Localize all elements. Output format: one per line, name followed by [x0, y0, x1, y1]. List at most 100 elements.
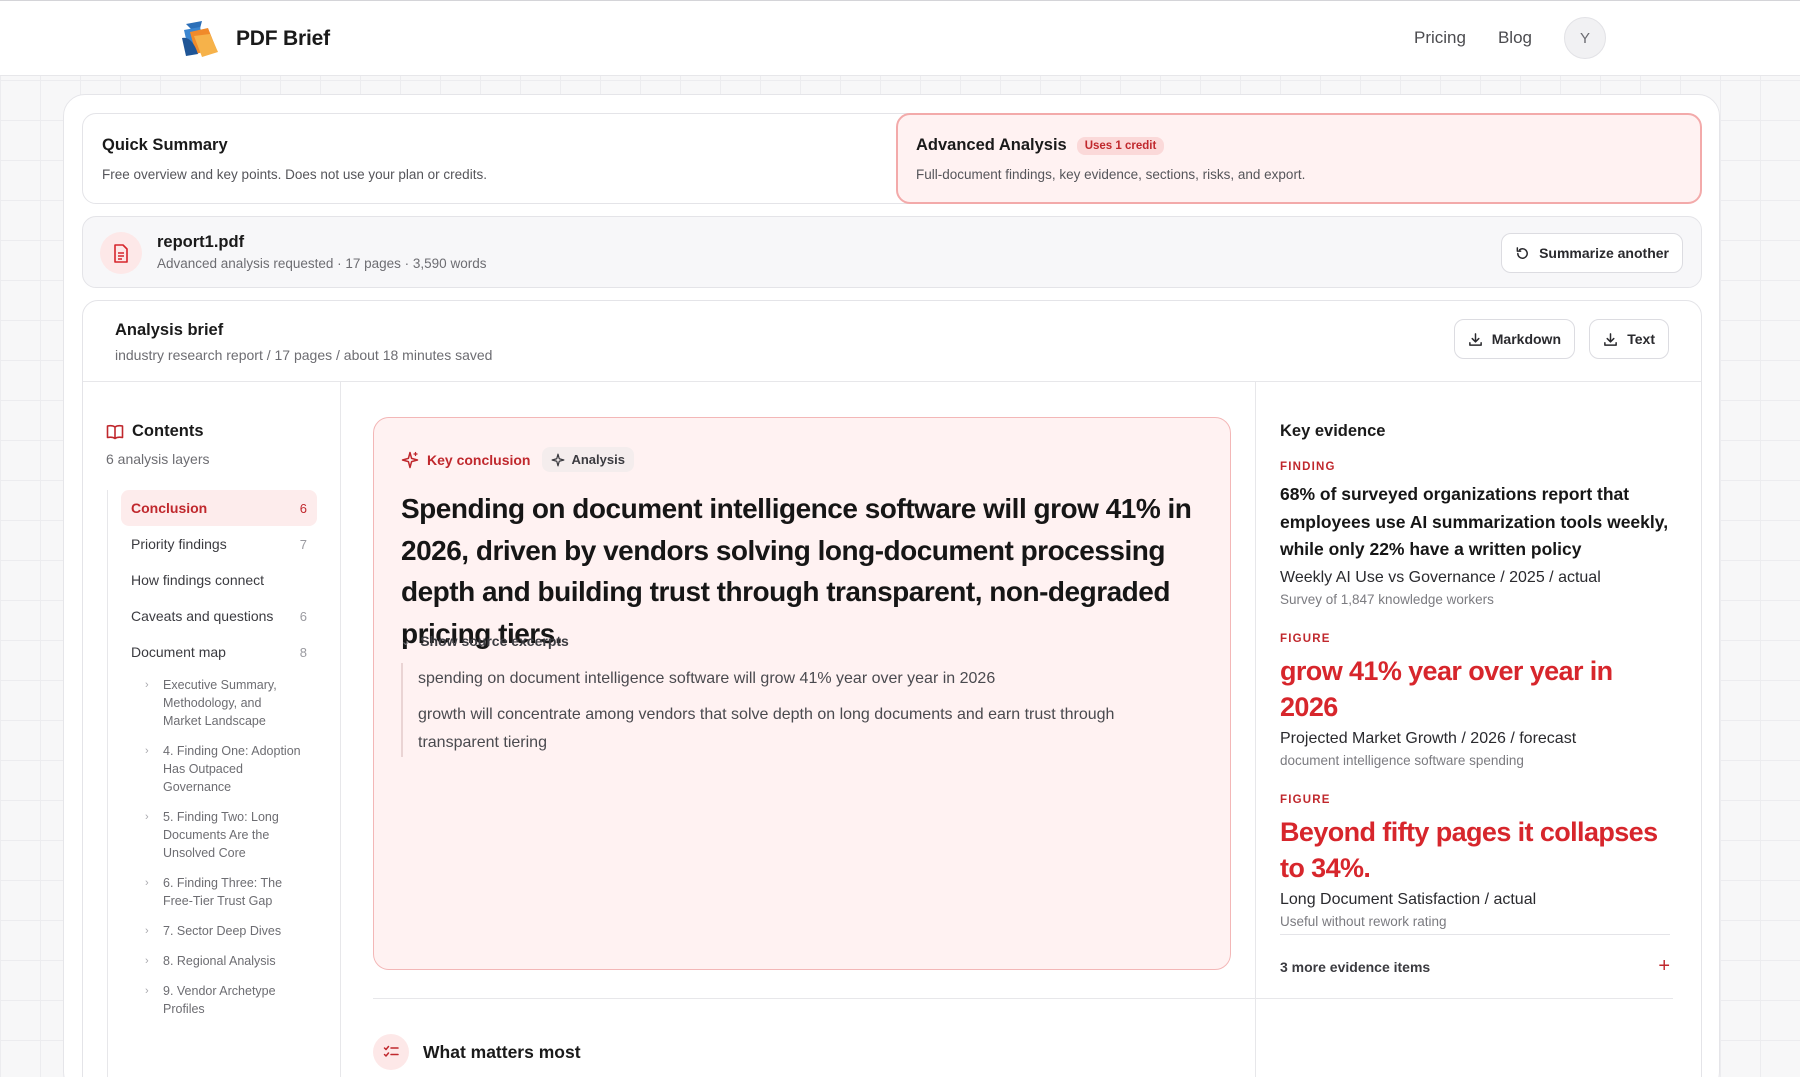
credit-badge: Uses 1 credit: [1076, 136, 1165, 155]
document-map-item[interactable]: › 5. Finding Two: Long Documents Are the…: [121, 808, 317, 862]
contents-item-label: How findings connect: [131, 572, 265, 588]
download-icon: [1604, 332, 1618, 346]
contents-subtitle: 6 analysis layers: [106, 451, 210, 467]
contents-item-count: 7: [299, 536, 307, 552]
evidence-kicker: FIGURE: [1280, 793, 1331, 806]
summarize-another-button[interactable]: Summarize another: [1501, 233, 1683, 273]
source-excerpts: spending on document intelligence softwa…: [401, 663, 1181, 757]
more-evidence-label: 3 more evidence items: [1280, 958, 1431, 975]
key-evidence-panel: Key evidence FINDING 68% of surveyed org…: [1255, 382, 1685, 1077]
document-map-item-label: Executive Summary, Methodology, and Mark…: [163, 678, 277, 728]
contents-item-count: 8: [299, 644, 307, 660]
pdf-file-icon: [100, 232, 142, 274]
export-text-label: Text: [1627, 331, 1655, 347]
key-conclusion-card: Key conclusion Analysis Spending on docu…: [373, 417, 1231, 970]
user-avatar[interactable]: Y: [1564, 17, 1606, 59]
advanced-analysis-description: Full-document findings, key evidence, se…: [916, 167, 1306, 182]
top-nav: Pricing Blog Y: [1414, 17, 1606, 59]
export-markdown-button[interactable]: Markdown: [1453, 319, 1575, 359]
advanced-analysis-mode-card[interactable]: Advanced Analysis Uses 1 credit Full-doc…: [896, 113, 1702, 204]
refresh-icon: [1516, 246, 1528, 259]
chevron-right-icon: ›: [145, 745, 149, 757]
contents-item-priority-findings[interactable]: Priority findings 7: [121, 526, 317, 562]
contents-item-label: Caveats and questions: [131, 608, 274, 624]
chevron-right-icon: ›: [145, 877, 149, 889]
more-evidence-toggle[interactable]: 3 more evidence items +: [1280, 934, 1670, 978]
document-map-item[interactable]: › 9. Vendor Archetype Profiles: [121, 982, 317, 1018]
contents-item-document-map[interactable]: Document map 8: [121, 634, 317, 670]
chevron-right-icon: ›: [145, 811, 149, 823]
contents-item-count: 6: [299, 608, 307, 624]
evidence-item: FIGURE Beyond fifty pages it collapses t…: [1280, 794, 1670, 929]
uploaded-file-bar: report1.pdf Advanced analysis requested …: [82, 216, 1702, 288]
contents-item-label: Priority findings: [131, 536, 227, 552]
summary-workspace: Quick Summary Free overview and key poin…: [63, 94, 1720, 1077]
key-conclusion-label: Key conclusion: [427, 451, 531, 468]
show-source-excerpts-toggle[interactable]: ⌄ Show source excerpts: [401, 633, 569, 649]
evidence-claim: grow 41% year over year in 2026: [1280, 655, 1613, 722]
analysis-brief-title: Analysis brief: [115, 321, 224, 339]
file-name: report1.pdf: [157, 233, 245, 251]
document-map-item[interactable]: › 8. Regional Analysis: [121, 952, 317, 970]
document-map-item[interactable]: › 7. Sector Deep Dives: [121, 922, 317, 940]
evidence-note: document intelligence software spending: [1280, 752, 1524, 768]
top-navigation-bar: PDF Brief Pricing Blog Y: [0, 0, 1800, 76]
quick-summary-title: Quick Summary: [102, 136, 228, 154]
contents-item-label: Document map: [131, 644, 226, 660]
plus-icon: +: [1658, 955, 1670, 977]
document-map-item-label: 7. Sector Deep Dives: [163, 924, 282, 938]
contents-item-conclusion[interactable]: Conclusion 6: [121, 490, 317, 526]
document-map-item[interactable]: › 4. Finding One: Adoption Has Outpaced …: [121, 742, 317, 796]
brand-logo-icon: [182, 21, 218, 57]
brand[interactable]: PDF Brief: [178, 18, 330, 60]
key-conclusion-text: Spending on document intelligence softwa…: [401, 493, 1192, 649]
chevron-right-icon: ›: [145, 985, 149, 997]
analysis-brief-panel: Analysis brief industry research report …: [82, 300, 1702, 1077]
evidence-item: FIGURE grow 41% year over year in 2026 P…: [1280, 633, 1670, 768]
contents-sidebar: Contents 6 analysis layers Conclusion 6 …: [83, 382, 341, 1077]
nav-blog-link[interactable]: Blog: [1498, 28, 1532, 48]
evidence-item: FINDING 68% of surveyed organizations re…: [1280, 461, 1670, 607]
evidence-kicker: FIGURE: [1280, 632, 1331, 645]
contents-item-how-findings-connect[interactable]: How findings connect: [121, 562, 317, 598]
evidence-list: FINDING 68% of surveyed organizations re…: [1280, 461, 1670, 955]
chevron-right-icon: ›: [145, 955, 149, 967]
document-map-item-label: 8. Regional Analysis: [163, 954, 276, 968]
source-excerpt: spending on document intelligence softwa…: [418, 670, 996, 687]
contents-item-label: Conclusion: [131, 500, 208, 516]
conclusion-tags: Key conclusion Analysis: [401, 447, 634, 472]
evidence-label: Projected Market Growth / 2026 / forecas…: [1280, 729, 1577, 747]
document-map-item-label: 9. Vendor Archetype Profiles: [163, 984, 276, 1016]
evidence-note: Survey of 1,847 knowledge workers: [1280, 591, 1494, 607]
chevron-right-icon: ›: [145, 679, 149, 691]
file-meta: Advanced analysis requested · 17 pages ·…: [157, 256, 487, 271]
brand-name: PDF Brief: [236, 27, 330, 50]
checklist-icon: [373, 1034, 409, 1070]
contents-list: Conclusion 6 Priority findings 7 How fin…: [121, 490, 317, 1030]
export-text-button[interactable]: Text: [1589, 319, 1669, 359]
sparkle-icon: [552, 453, 565, 466]
source-excerpt: growth will concentrate among vendors th…: [418, 706, 1115, 751]
book-open-icon: [106, 424, 124, 439]
advanced-analysis-title: Advanced Analysis: [916, 136, 1067, 154]
key-conclusion-tag: Key conclusion: [401, 451, 530, 469]
what-matters-most-heading: What matters most: [373, 1034, 581, 1070]
evidence-label: Long Document Satisfaction / actual: [1280, 890, 1537, 908]
analysis-brief-subtitle: industry research report / 17 pages / ab…: [115, 347, 493, 363]
quick-summary-mode-card[interactable]: Quick Summary Free overview and key poin…: [82, 113, 951, 204]
contents-item-caveats[interactable]: Caveats and questions 6: [121, 598, 317, 634]
document-map-item-label: 5. Finding Two: Long Documents Are the U…: [163, 810, 279, 860]
document-map-item[interactable]: › 6. Finding Three: The Free-Tier Trust …: [121, 874, 317, 910]
contents-item-count: 6: [299, 500, 307, 516]
analysis-tag: Analysis: [542, 447, 634, 472]
nav-pricing-link[interactable]: Pricing: [1414, 28, 1466, 48]
evidence-label: Weekly AI Use vs Governance / 2025 / act…: [1280, 568, 1601, 586]
download-icon: [1468, 332, 1482, 346]
evidence-kicker: FINDING: [1280, 461, 1336, 473]
sparkle-icon: [401, 451, 419, 468]
evidence-note: Useful without rework rating: [1280, 913, 1447, 929]
document-map-list: › Executive Summary, Methodology, and Ma…: [121, 676, 317, 1018]
document-map-item-label: 6. Finding Three: The Free-Tier Trust Ga…: [163, 876, 283, 908]
evidence-claim: Beyond fifty pages it collapses to 34%.: [1280, 816, 1658, 883]
document-map-item[interactable]: › Executive Summary, Methodology, and Ma…: [121, 676, 317, 730]
